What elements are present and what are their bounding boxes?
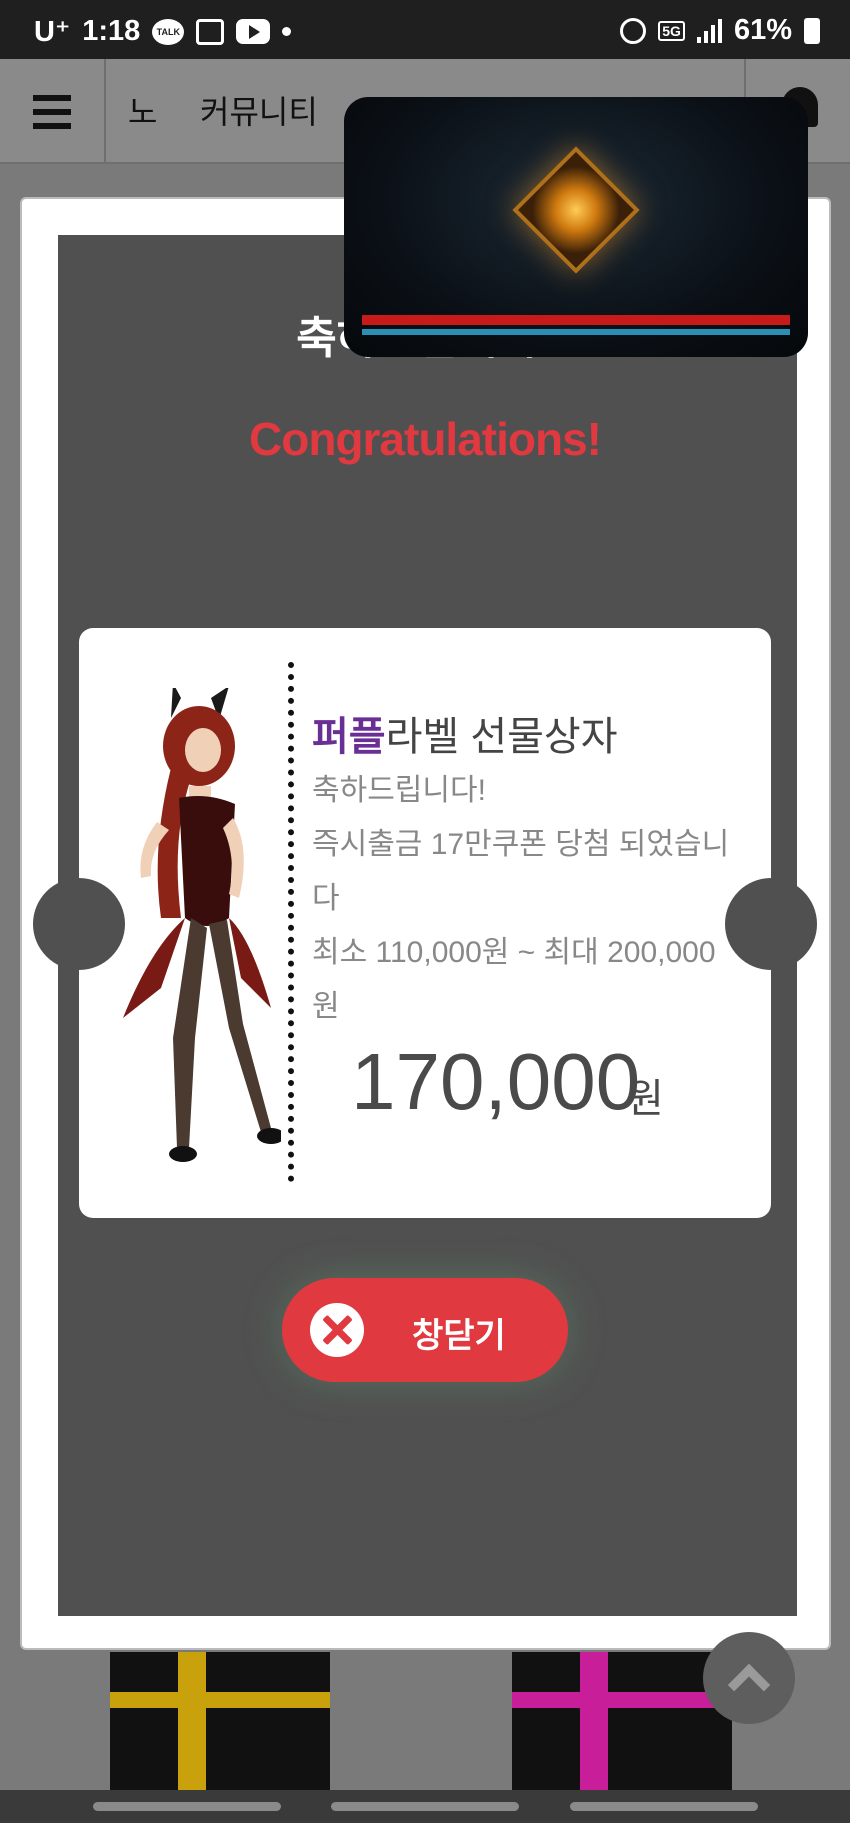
battery-icon	[804, 17, 820, 44]
network-type: 5G	[658, 20, 685, 41]
ticket-notch-right	[725, 878, 817, 970]
ticket-title-rest: 라벨 선물상자	[385, 715, 618, 759]
nav-home-handle[interactable]	[331, 1802, 519, 1811]
alarm-icon	[620, 17, 647, 44]
ticket-range-line: 최소 110,000원 ~ 최대 200,000원	[312, 936, 716, 1023]
floating-game-window[interactable]	[344, 97, 808, 357]
close-window-label: 창닫기	[412, 1317, 506, 1355]
status-bar: U⁺ 1:18 TALK 5G 61%	[0, 0, 850, 59]
modal-title-english: Congratulations!	[249, 413, 602, 465]
ticket-perforation	[288, 662, 294, 1182]
prize-amount: 170,000	[351, 1037, 641, 1126]
prize-amount-unit: 원	[627, 1077, 664, 1121]
battery-percent: 61%	[733, 14, 792, 46]
character-illustration	[123, 688, 281, 1162]
ticket-title-highlight: 퍼플	[312, 715, 386, 759]
game-emblem-icon	[512, 146, 640, 274]
scroll-top-button[interactable]	[703, 1632, 795, 1724]
chevron-up-icon	[727, 1663, 771, 1707]
clock: 1:18	[82, 15, 141, 47]
nav-back-handle[interactable]	[570, 1802, 758, 1811]
youtube-icon	[236, 19, 271, 44]
close-icon	[310, 1303, 364, 1357]
ticket-title: 퍼플라벨 선물상자	[312, 704, 618, 762]
close-window-button[interactable]: 창닫기	[282, 1278, 568, 1382]
health-bar	[362, 315, 790, 325]
mana-bar	[362, 329, 790, 335]
kakaotalk-icon: TALK	[152, 18, 185, 45]
ticket-coupon-line: 즉시출금 17만쿠폰 당첨 되었습니다	[312, 828, 730, 915]
nav-item-partial[interactable]: 노	[128, 87, 157, 133]
gallery-icon	[196, 18, 225, 45]
nav-recents-handle[interactable]	[93, 1802, 281, 1811]
signal-icon	[696, 18, 722, 43]
hamburger-menu-icon[interactable]	[0, 59, 106, 164]
more-notifications-icon	[282, 27, 292, 36]
ticket-congrats-line: 축하드립니다!	[312, 774, 486, 807]
carrier-label: U⁺	[34, 16, 71, 48]
system-nav-bar	[0, 1790, 850, 1823]
prize-ticket: 퍼플라벨 선물상자 축하드립니다! 즉시출금 17만쿠폰 당첨 되었습니다 최소…	[33, 628, 817, 1218]
nav-item-community[interactable]: 커뮤니티	[200, 87, 318, 133]
